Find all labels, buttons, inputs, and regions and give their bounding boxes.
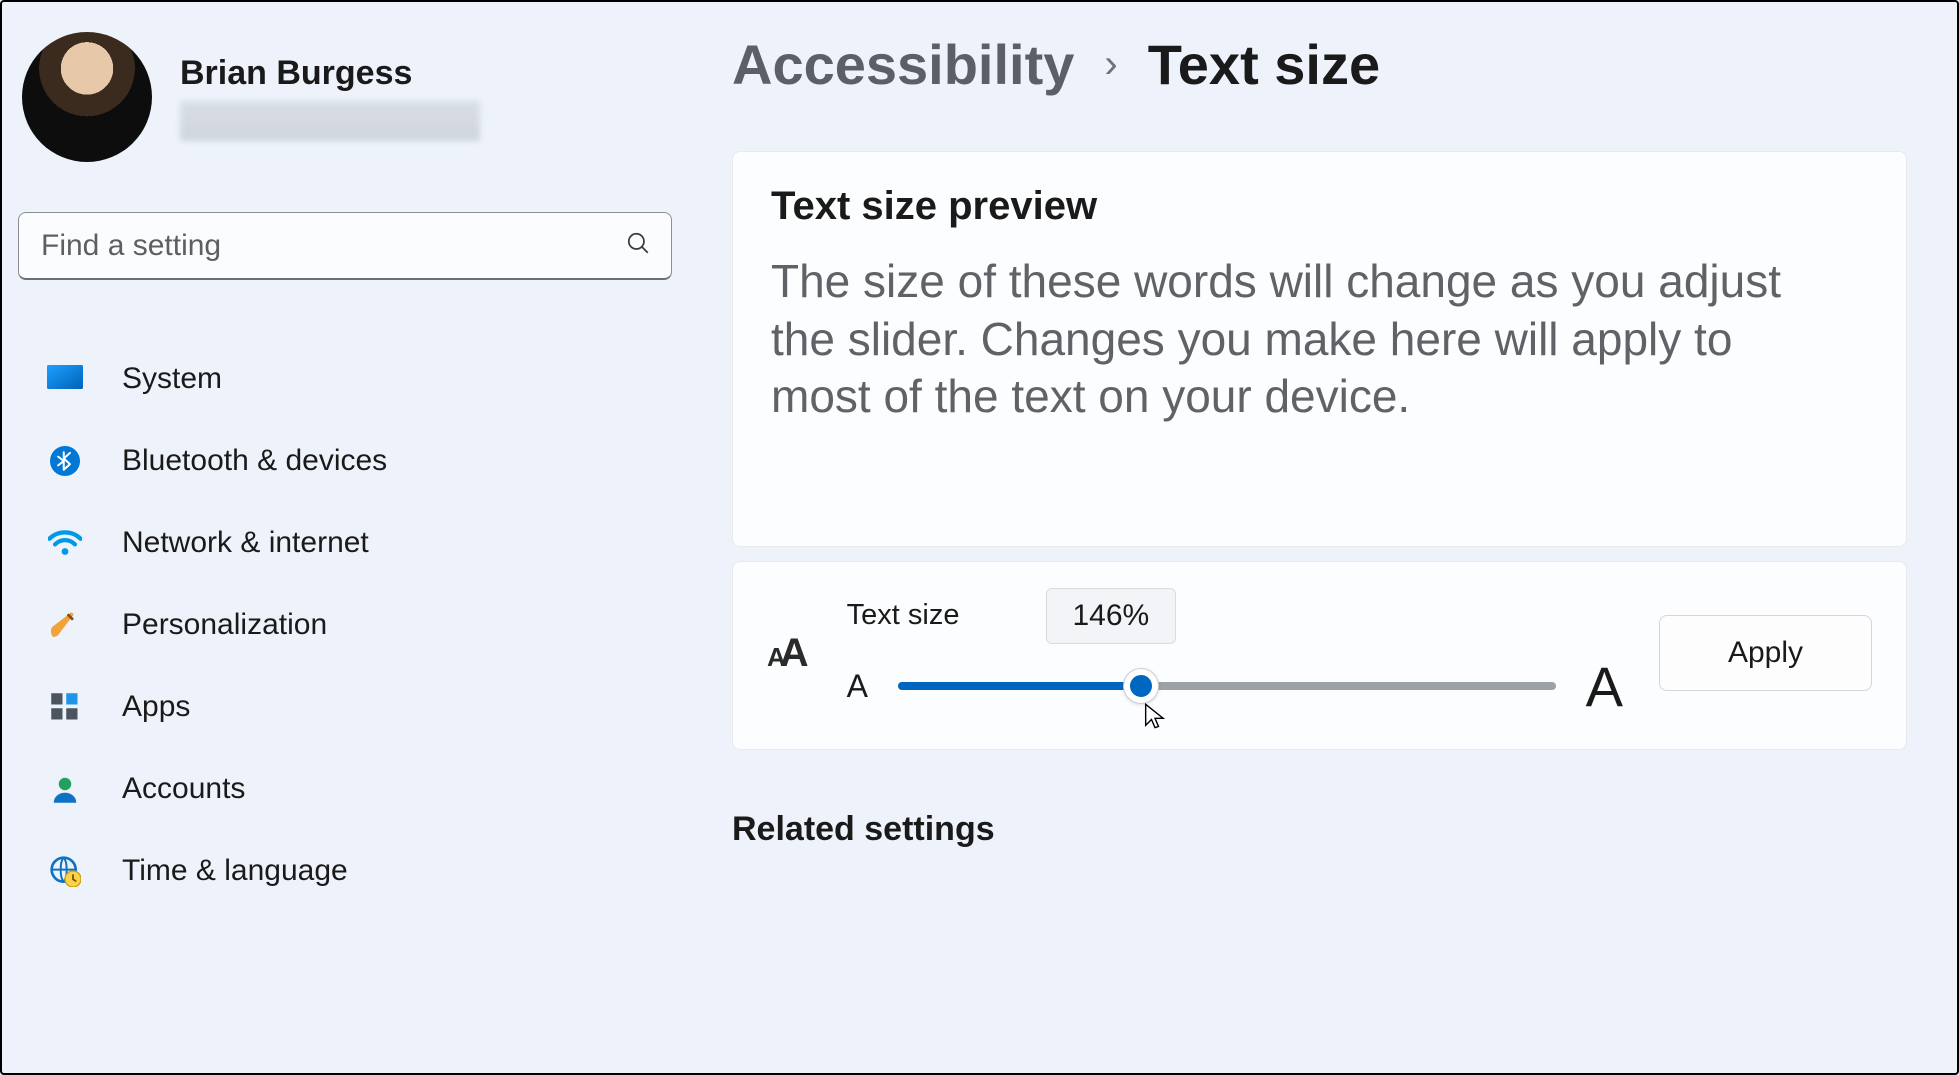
- sidebar-item-bluetooth[interactable]: Bluetooth & devices: [18, 420, 672, 502]
- preview-body: The size of these words will change as y…: [771, 253, 1841, 426]
- sidebar-item-label: System: [122, 362, 222, 396]
- breadcrumb-parent[interactable]: Accessibility: [732, 32, 1074, 97]
- apply-button[interactable]: Apply: [1659, 615, 1872, 691]
- apps-grid-icon: [46, 688, 84, 726]
- slider-label: Text size: [847, 599, 960, 632]
- related-settings-heading: Related settings: [732, 810, 1907, 849]
- sidebar-item-apps[interactable]: Apps: [18, 666, 672, 748]
- slider-fill: [898, 682, 1141, 690]
- sidebar-item-personalization[interactable]: Personalization: [18, 584, 672, 666]
- sidebar-item-accounts[interactable]: Accounts: [18, 748, 672, 830]
- bluetooth-icon: [46, 442, 84, 480]
- user-profile[interactable]: Brian Burgess: [18, 32, 672, 162]
- text-size-slider-card: AA Text size 146% A A Apply: [732, 561, 1907, 750]
- sidebar-nav: System Bluetooth & devices Network & int…: [18, 338, 672, 912]
- text-size-slider[interactable]: [898, 682, 1556, 690]
- slider-max-glyph: A: [1586, 654, 1623, 719]
- sidebar-item-network[interactable]: Network & internet: [18, 502, 672, 584]
- sidebar-item-label: Time & language: [122, 854, 348, 888]
- sidebar-item-label: Network & internet: [122, 526, 369, 560]
- paintbrush-icon: [46, 606, 84, 644]
- slider-thumb[interactable]: [1124, 669, 1158, 703]
- user-name: Brian Burgess: [180, 54, 480, 93]
- sidebar-item-system[interactable]: System: [18, 338, 672, 420]
- slider-min-glyph: A: [847, 668, 868, 705]
- sidebar-item-label: Bluetooth & devices: [122, 444, 387, 478]
- globe-clock-icon: [46, 852, 84, 890]
- user-email-redacted: [180, 101, 480, 141]
- monitor-icon: [46, 360, 84, 398]
- main-content: Accessibility › Text size Text size prev…: [692, 12, 1947, 1063]
- sidebar: Brian Burgess System Bluetooth & devi: [12, 12, 692, 1063]
- breadcrumb: Accessibility › Text size: [732, 32, 1907, 97]
- sidebar-item-label: Personalization: [122, 608, 327, 642]
- wifi-icon: [46, 524, 84, 562]
- text-size-preview-card: Text size preview The size of these word…: [732, 151, 1907, 547]
- sidebar-item-label: Accounts: [122, 772, 245, 806]
- search-input[interactable]: [41, 229, 625, 263]
- text-size-icon: AA: [767, 631, 803, 676]
- search-icon: [625, 230, 651, 261]
- cursor-icon: [1141, 702, 1169, 730]
- search-box[interactable]: [18, 212, 672, 280]
- page-title: Text size: [1148, 32, 1380, 97]
- person-icon: [46, 770, 84, 808]
- chevron-right-icon: ›: [1104, 42, 1117, 87]
- sidebar-item-label: Apps: [122, 690, 190, 724]
- avatar: [22, 32, 152, 162]
- preview-title: Text size preview: [771, 184, 1868, 229]
- slider-value-tooltip: 146%: [1046, 588, 1177, 644]
- sidebar-item-time-language[interactable]: Time & language: [18, 830, 672, 912]
